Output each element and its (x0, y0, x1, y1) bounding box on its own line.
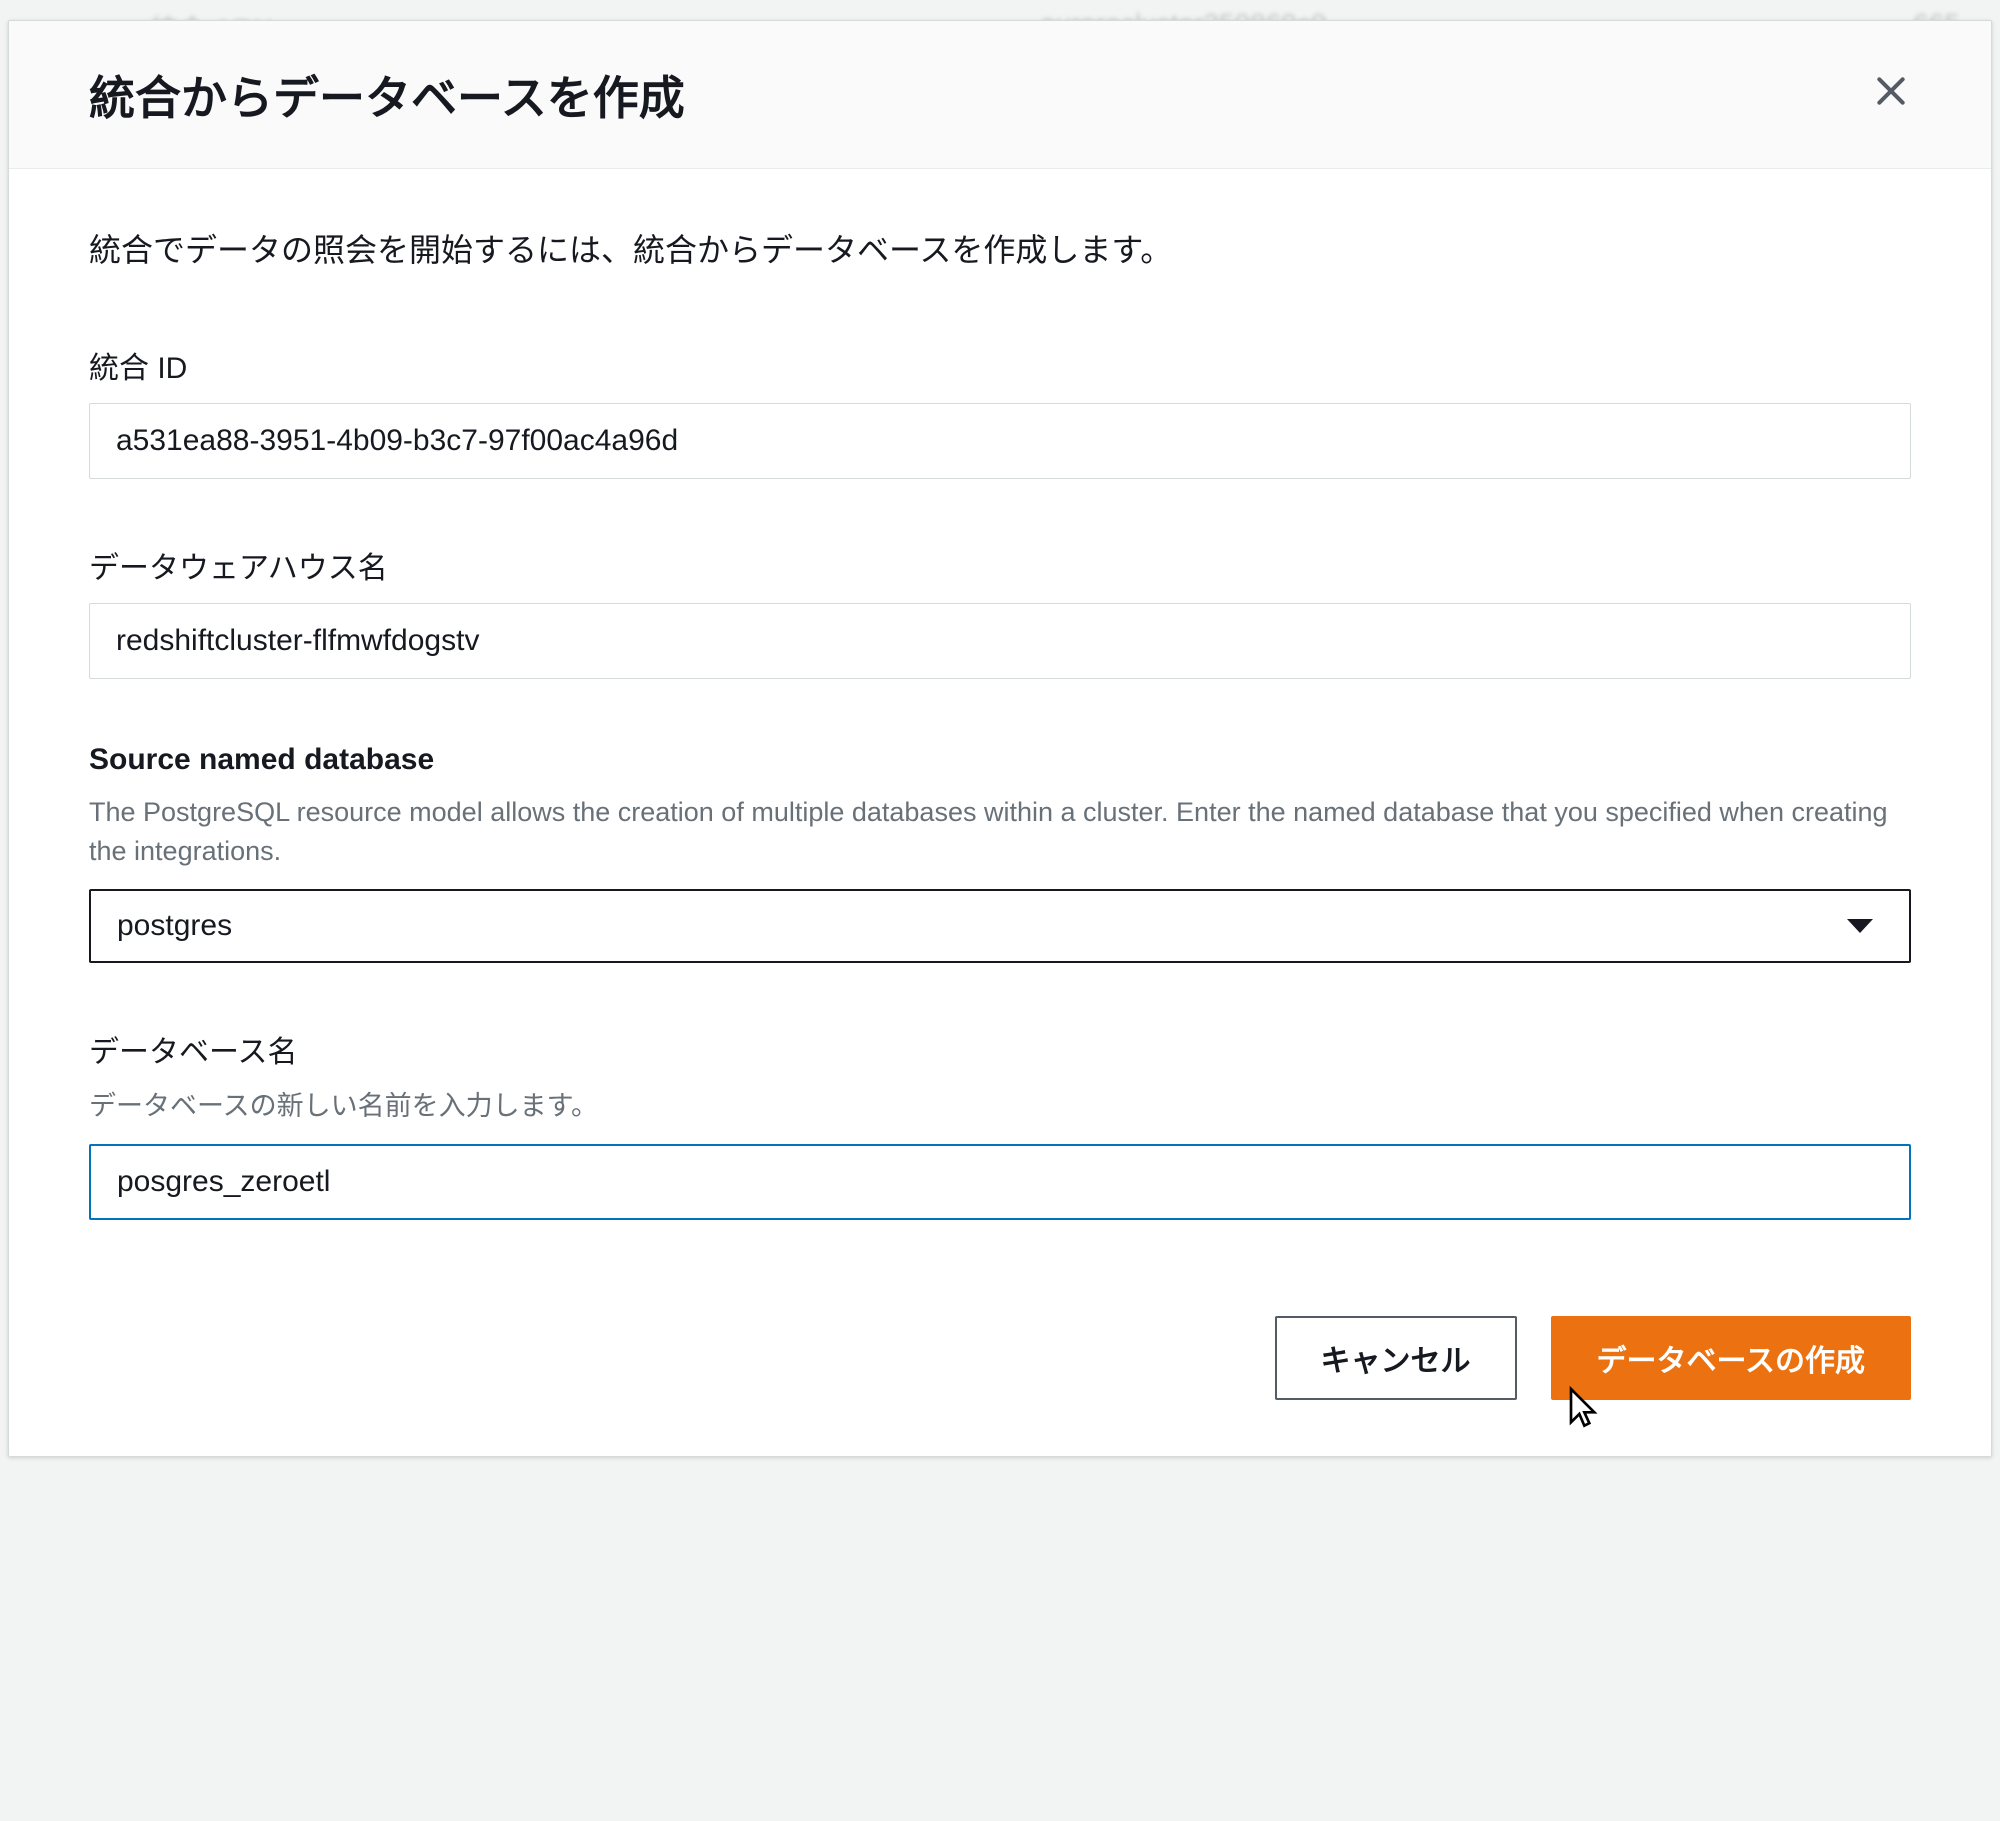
close-icon (1871, 69, 1911, 121)
create-database-button[interactable]: データベースの作成 (1551, 1316, 1912, 1400)
dialog-footer: キャンセル データベースの作成 (9, 1316, 1991, 1456)
db-name-desc: データベースの新しい名前を入力します。 (89, 1087, 1911, 1126)
field-integration-id: 統合 ID a531ea88-3951-4b09-b3c7-97f00ac4a9… (89, 343, 1911, 479)
field-warehouse: データウェアハウス名 redshiftcluster-flfmwfdogstv (89, 543, 1911, 679)
close-button[interactable] (1861, 61, 1921, 128)
dialog-intro: 統合でデータの照会を開始するには、統合からデータベースを作成します。 (89, 225, 1911, 271)
field-source-db: Source named database The PostgreSQL res… (89, 743, 1911, 963)
source-db-selected-value: postgres (117, 909, 232, 943)
dialog-body: 統合でデータの照会を開始するには、統合からデータベースを作成します。 統合 ID… (9, 169, 1991, 1316)
cancel-button[interactable]: キャンセル (1275, 1316, 1517, 1400)
create-database-dialog: 統合からデータベースを作成 統合でデータの照会を開始するには、統合からデータベー… (8, 20, 1992, 1457)
source-db-select[interactable]: postgres (89, 889, 1911, 963)
db-name-label: データベース名 (89, 1027, 1911, 1071)
warehouse-value: redshiftcluster-flfmwfdogstv (89, 603, 1911, 679)
db-name-input[interactable] (89, 1144, 1911, 1220)
warehouse-label: データウェアハウス名 (89, 543, 1911, 587)
dialog-header: 統合からデータベースを作成 (9, 21, 1991, 169)
chevron-down-icon (1847, 919, 1873, 933)
source-db-desc: The PostgreSQL resource model allows the… (89, 793, 1911, 871)
field-db-name: データベース名 データベースの新しい名前を入力します。 (89, 1027, 1911, 1220)
dialog-title: 統合からデータベースを作成 (89, 62, 685, 128)
integration-id-label: 統合 ID (89, 343, 1911, 387)
source-db-label: Source named database (89, 743, 1911, 777)
integration-id-value: a531ea88-3951-4b09-b3c7-97f00ac4a96d (89, 403, 1911, 479)
